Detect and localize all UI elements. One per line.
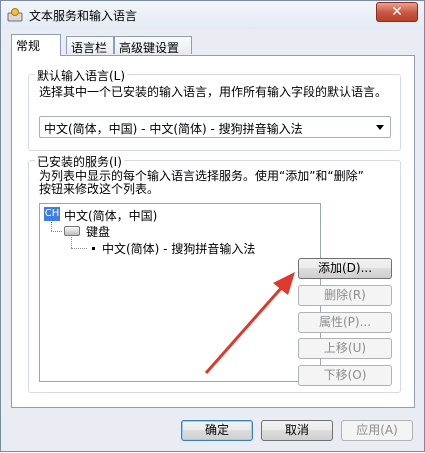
dialog-window: 文本服务和输入语言 ✕ 常规 语言栏 高级键设置 默认输入语言(L) 选择其中一… [0,0,425,452]
tab-general-label: 常规 [16,39,41,53]
annotation-arrow [204,272,295,374]
ok-button[interactable]: 确定 [181,420,253,441]
tab-general[interactable]: 常规 [11,34,61,56]
cancel-button[interactable]: 取消 [261,420,333,441]
apply-button[interactable]: 应用(A) [341,420,413,441]
